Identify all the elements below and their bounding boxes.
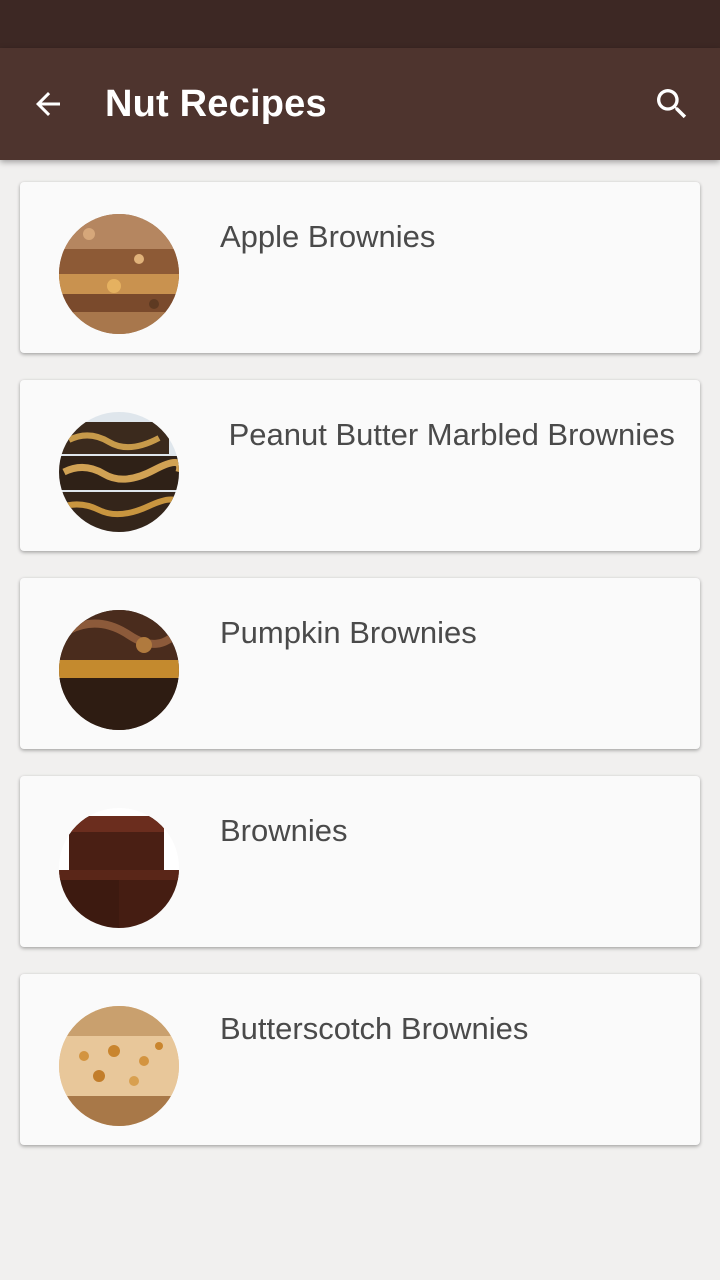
recipe-title: Butterscotch Brownies [220,1011,529,1046]
brownies-image [59,808,179,928]
recipe-card-butterscotch-brownies[interactable]: Butterscotch Brownies [20,974,700,1145]
recipe-title: Pumpkin Brownies [220,615,477,650]
app-bar: Nut Recipes [0,48,720,160]
recipe-title: Peanut Butter Marbled Brownies [220,417,675,452]
recipe-title: Apple Brownies [220,219,436,254]
peanut-butter-marbled-brownies-image [59,412,179,532]
recipe-card-pumpkin-brownies[interactable]: Pumpkin Brownies [20,578,700,749]
search-button[interactable] [646,80,698,128]
recipe-card-brownies[interactable]: Brownies [20,776,700,947]
pumpkin-brownies-image [59,610,179,730]
recipe-title: Brownies [220,813,348,848]
recipe-card-apple-brownies[interactable]: Apple Brownies [20,182,700,353]
back-button[interactable] [24,80,72,128]
apple-brownies-image [59,214,179,334]
page-title: Nut Recipes [105,83,327,125]
search-icon [657,89,687,119]
status-bar [0,0,720,48]
butterscotch-brownies-image [59,1006,179,1126]
arrow-back-icon [36,92,60,116]
recipe-card-peanut-butter-marbled-brownies[interactable]: Peanut Butter Marbled Brownies [20,380,700,551]
